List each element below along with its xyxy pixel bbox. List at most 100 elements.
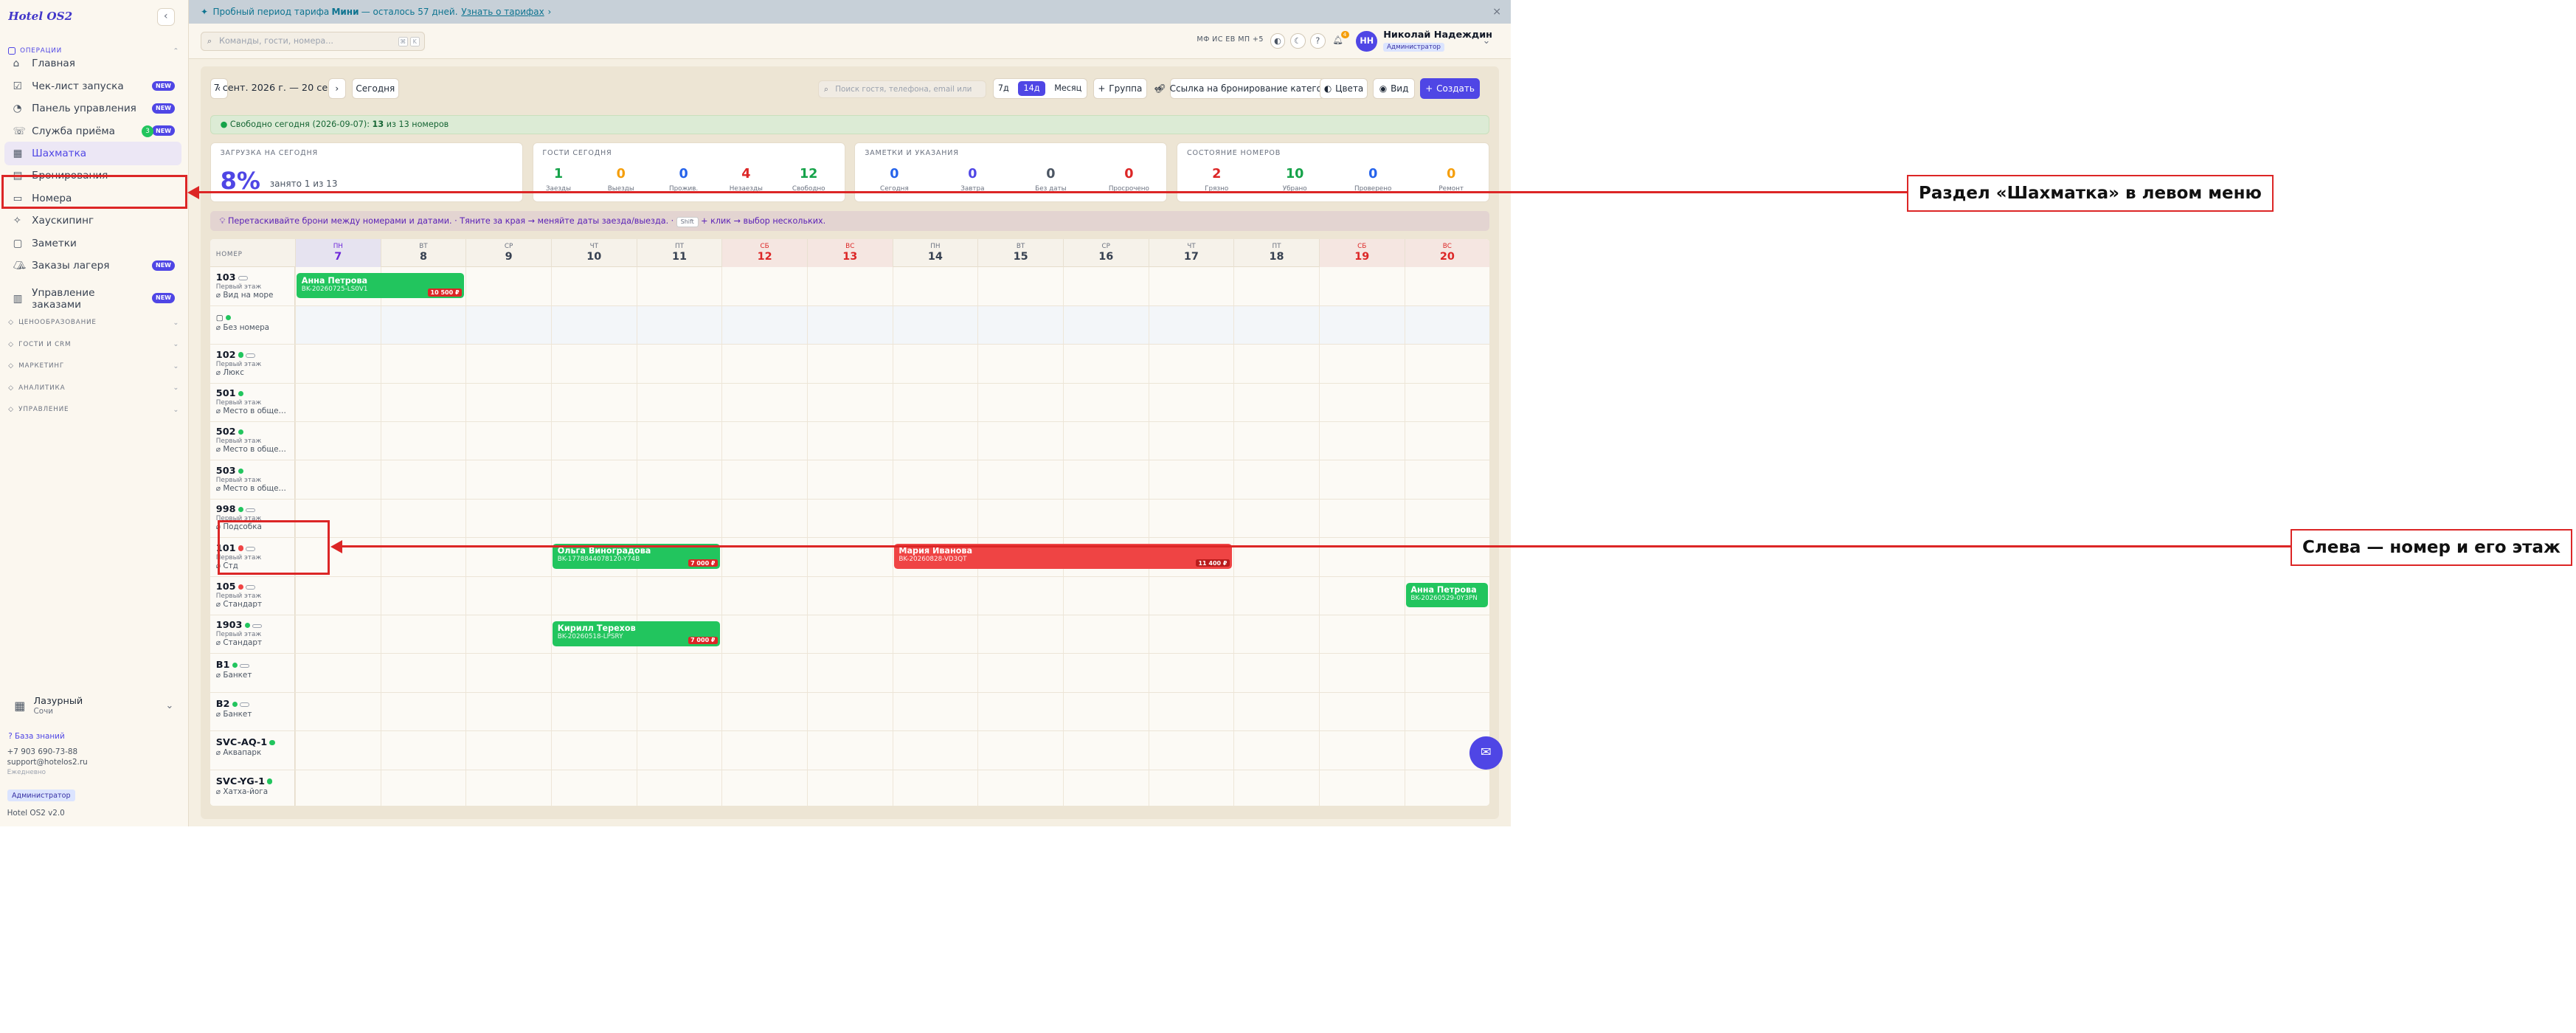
day-cell[interactable] — [1404, 383, 1490, 421]
day-cell[interactable] — [465, 383, 551, 421]
day-cell[interactable] — [1233, 576, 1319, 615]
day-cell[interactable] — [294, 460, 381, 499]
day-cell[interactable] — [1148, 460, 1234, 499]
day-cell[interactable] — [1404, 692, 1490, 731]
day-cell[interactable] — [380, 421, 466, 460]
day-cell[interactable] — [1404, 305, 1490, 345]
day-cell[interactable] — [977, 499, 1063, 538]
day-cell[interactable] — [1148, 576, 1234, 615]
day-cell[interactable] — [1148, 770, 1234, 806]
day-cell[interactable] — [1148, 654, 1234, 692]
day-cell[interactable] — [1148, 345, 1234, 383]
day-cell[interactable] — [1318, 305, 1405, 345]
day-cell[interactable] — [1404, 770, 1490, 806]
day-cell[interactable] — [806, 421, 893, 460]
day-cell[interactable] — [806, 654, 893, 692]
knowledge-base-link[interactable]: ? База знаний — [8, 732, 65, 741]
sidebar-item-11[interactable]: ▥ Управление заказами NEW — [4, 282, 181, 315]
day-cell[interactable] — [1148, 267, 1234, 305]
day-cell[interactable] — [1318, 499, 1405, 538]
day-cell[interactable] — [806, 267, 893, 305]
day-cell[interactable] — [380, 499, 466, 538]
day-cell[interactable] — [465, 460, 551, 499]
day-cell[interactable] — [465, 421, 551, 460]
booking-bar[interactable]: Мария Иванова BK-20260828-VD3QT 11 400 ₽ — [893, 544, 1232, 569]
section-3[interactable]: ◇ МАРКЕТИНГ ⌄ — [8, 362, 179, 370]
day-cell[interactable] — [550, 267, 637, 305]
day-cell[interactable] — [721, 731, 807, 770]
view-button[interactable]: ◉ Вид — [1372, 78, 1416, 99]
day-cell[interactable] — [1233, 615, 1319, 654]
section-2[interactable]: ◇ ГОСТИ И CRM ⌄ — [8, 340, 179, 348]
day-cell[interactable] — [977, 345, 1063, 383]
collapse-sidebar-button[interactable]: ‹ — [156, 8, 175, 27]
day-cell[interactable] — [550, 731, 637, 770]
day-cell[interactable] — [465, 654, 551, 692]
day-cell[interactable] — [550, 460, 637, 499]
day-cell[interactable] — [892, 305, 978, 345]
room-cell[interactable]: B1 ⌀ Банкет — [210, 654, 295, 692]
day-cell[interactable] — [1148, 692, 1234, 731]
day-cell[interactable] — [380, 345, 466, 383]
day-cell[interactable] — [550, 576, 637, 615]
day-cell[interactable] — [294, 731, 381, 770]
day-cell[interactable] — [892, 421, 978, 460]
day-cell[interactable] — [977, 305, 1063, 345]
pricing-link[interactable]: Узнать о тарифах — [461, 7, 544, 17]
day-cell[interactable] — [380, 615, 466, 654]
day-cell[interactable] — [465, 731, 551, 770]
day-cell[interactable] — [892, 576, 978, 615]
day-cell[interactable] — [1233, 731, 1319, 770]
day-cell[interactable] — [1062, 576, 1149, 615]
day-cell[interactable] — [892, 460, 978, 499]
day-cell[interactable] — [892, 654, 978, 692]
day-cell[interactable] — [380, 576, 466, 615]
day-cell[interactable] — [892, 383, 978, 421]
day-cell[interactable] — [1318, 692, 1405, 731]
day-cell[interactable] — [1233, 460, 1319, 499]
day-cell[interactable] — [636, 731, 722, 770]
day-cell[interactable] — [721, 576, 807, 615]
day-cell[interactable] — [1062, 654, 1149, 692]
day-cell[interactable] — [721, 615, 807, 654]
day-cell[interactable] — [1318, 615, 1405, 654]
sidebar-item-8[interactable]: ✧ Хаускипинг — [4, 209, 181, 232]
day-cell[interactable] — [721, 692, 807, 731]
day-cell[interactable] — [465, 615, 551, 654]
day-cell[interactable] — [636, 267, 722, 305]
day-cell[interactable] — [1318, 576, 1405, 615]
room-cell[interactable]: 103 Первый этаж ⌀ Вид на море — [210, 267, 295, 305]
day-cell[interactable] — [380, 654, 466, 692]
day-cell[interactable] — [636, 499, 722, 538]
room-cell[interactable]: 502 Первый этаж ⌀ Место в общем ... — [210, 421, 295, 460]
day-cell[interactable] — [636, 345, 722, 383]
day-cell[interactable] — [294, 383, 381, 421]
day-cell[interactable] — [550, 692, 637, 731]
create-button[interactable]: + Создать — [1419, 78, 1481, 99]
day-cell[interactable] — [721, 538, 807, 576]
day-cell[interactable] — [636, 770, 722, 806]
booking-bar[interactable]: Ольга Виноградова BK-1778844078120-Y74B 7 … — [553, 544, 720, 569]
day-cell[interactable] — [721, 421, 807, 460]
day-cell[interactable] — [1318, 770, 1405, 806]
day-cell[interactable] — [1062, 267, 1149, 305]
day-cell[interactable] — [380, 770, 466, 806]
day-cell[interactable] — [1062, 615, 1149, 654]
day-cell[interactable] — [1062, 345, 1149, 383]
day-cell[interactable] — [721, 345, 807, 383]
day-cell[interactable] — [380, 731, 466, 770]
room-cell[interactable]: B2 ⌀ Банкет — [210, 692, 295, 731]
day-cell[interactable] — [636, 421, 722, 460]
room-cell[interactable]: ▢ ⌀ Без номера — [210, 305, 295, 345]
day-cell[interactable] — [806, 615, 893, 654]
day-cell[interactable] — [806, 383, 893, 421]
room-cell[interactable]: 503 Первый этаж ⌀ Место в общем ... — [210, 460, 295, 499]
room-cell[interactable]: 501 Первый этаж ⌀ Место в общем ... — [210, 383, 295, 421]
day-cell[interactable] — [892, 267, 978, 305]
day-cell[interactable] — [1404, 654, 1490, 692]
room-cell[interactable]: SVC-AQ-1 ⌀ Аквапарк — [210, 731, 295, 770]
day-cell[interactable] — [892, 731, 978, 770]
sidebar-item-1[interactable]: ⌂ Главная — [4, 52, 181, 75]
day-cell[interactable] — [465, 692, 551, 731]
booking-bar[interactable]: Анна Петрова BK-20260725-LS0V1 10 500 ₽ — [297, 273, 464, 298]
